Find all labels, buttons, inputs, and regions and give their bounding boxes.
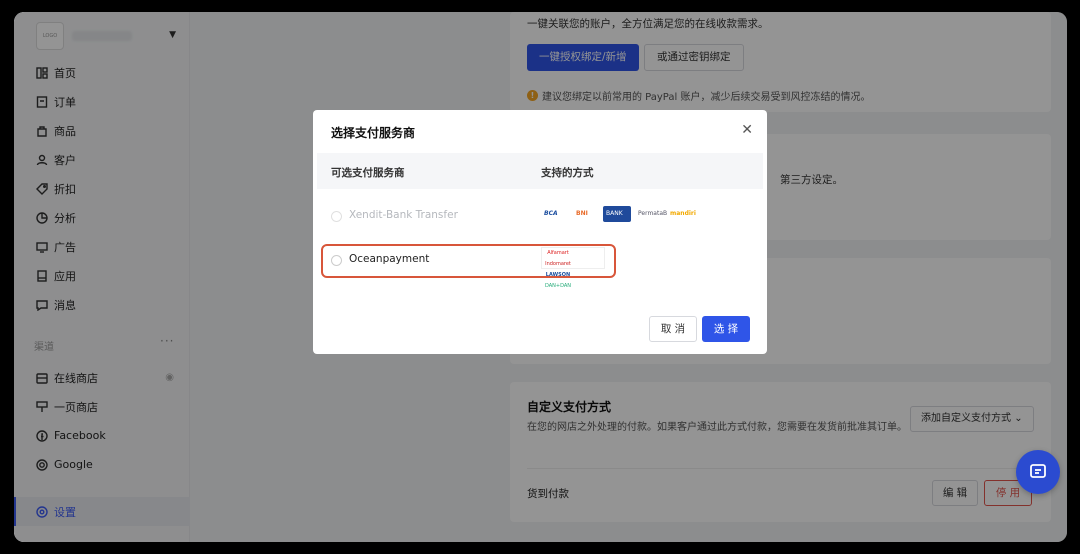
- select-provider-modal: 选择支付服务商 ✕ 可选支付服务商 支持的方式 Xendit-Bank Tran…: [313, 110, 767, 354]
- bri-logo: BANK BRI: [603, 206, 631, 233]
- provider-name: Xendit-Bank Transfer: [349, 209, 458, 221]
- provider-table-header: 可选支付服务商 支持的方式: [317, 153, 763, 189]
- col-provider: 可选支付服务商: [331, 167, 405, 179]
- highlight-box: [321, 244, 616, 278]
- dandan-logo: DAN+DAN: [544, 283, 572, 289]
- app-window: LOGO ▼ 首页 订单 商品 客户 折扣 分析 广告 应用 消息 渠道 ···…: [14, 12, 1067, 542]
- col-methods: 支持的方式: [541, 167, 594, 179]
- provider-radio[interactable]: [331, 211, 342, 222]
- bca-logo: BCA: [541, 206, 569, 222]
- select-button[interactable]: 选 择: [702, 316, 750, 342]
- bni-logo: BNI: [573, 206, 599, 222]
- close-icon[interactable]: ✕: [741, 122, 753, 138]
- chat-icon: [1030, 464, 1046, 478]
- modal-title: 选择支付服务商: [331, 126, 416, 140]
- chat-button[interactable]: [1016, 450, 1060, 494]
- provider-row-xendit[interactable]: Xendit-Bank Transfer BCA BNI BANK BRI Pe…: [317, 197, 763, 237]
- method-logos: BCA BNI BANK BRI PermataBank mandiri: [541, 206, 696, 233]
- cancel-button[interactable]: 取 消: [649, 316, 697, 342]
- permata-logo: PermataBank: [635, 206, 678, 222]
- mandiri-logo: mandiri: [667, 206, 696, 222]
